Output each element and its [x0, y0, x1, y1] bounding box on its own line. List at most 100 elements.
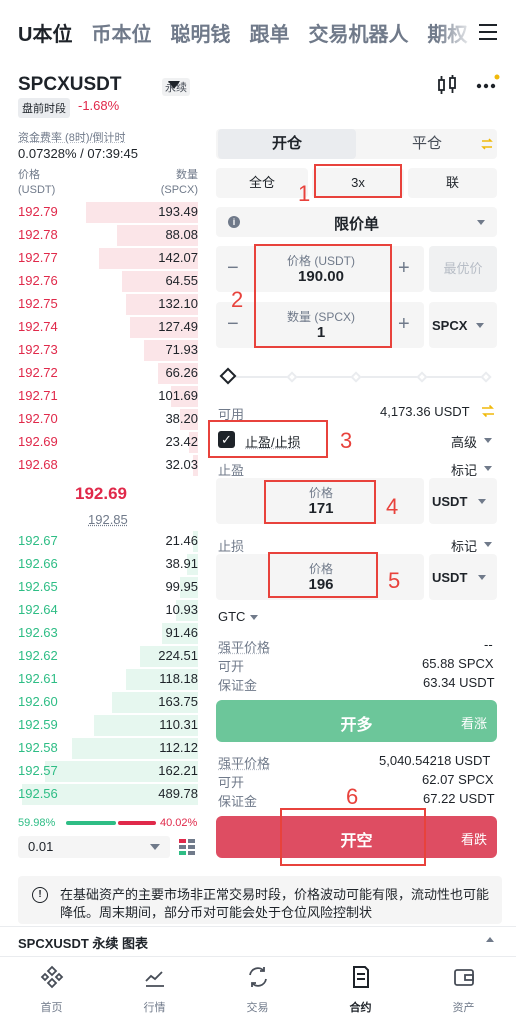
ask-price: 192.71 [18, 388, 58, 403]
time-in-force-select[interactable]: GTC [218, 609, 245, 624]
bid-row[interactable]: 192.65 99.95 [0, 576, 210, 599]
orderbook-layout-icon[interactable] [178, 838, 196, 856]
markets-icon [144, 971, 164, 987]
transfer-icon[interactable] [480, 403, 496, 419]
bid-qty: 110.31 [159, 717, 198, 732]
ask-row[interactable]: 192.74 127.49 [0, 316, 210, 339]
annotation-number-4: 4 [386, 494, 399, 519]
ask-row[interactable]: 192.68 32.03 [0, 454, 210, 477]
bid-row[interactable]: 192.57 162.21 [0, 760, 210, 783]
margin-mode-button[interactable]: 全仓 [216, 168, 308, 198]
symbol-name[interactable]: SPCXUSDT [18, 74, 121, 96]
tab-copy-trading[interactable]: 跟单 [249, 18, 289, 47]
buy-ratio: 59.98% [18, 817, 56, 829]
price-decrement-button[interactable]: − [227, 257, 239, 280]
annotation-number-3: 3 [340, 428, 353, 453]
long-liq-value: -- [484, 637, 493, 652]
bid-row[interactable]: 192.67 21.46 [0, 530, 210, 553]
long-liq-label[interactable]: 强平价格 [218, 637, 270, 656]
advanced-button[interactable]: 高级 [451, 432, 477, 451]
nav-trade[interactable]: 交易 [206, 965, 309, 1015]
ask-price: 192.76 [18, 273, 58, 288]
short-liq-label[interactable]: 强平价格 [218, 753, 270, 772]
last-price[interactable]: 192.69 [75, 484, 127, 504]
depth-step-select[interactable]: 0.01 [18, 836, 170, 858]
menu-icon[interactable] [476, 18, 502, 46]
tab-coinm[interactable]: 币本位 [91, 18, 151, 47]
bid-row[interactable]: 192.58 112.12 [0, 737, 210, 760]
qty-decrement-button[interactable]: − [227, 313, 239, 336]
chart-toggle-bar[interactable]: SPCXUSDT 永续 图表 [0, 926, 516, 954]
chevron-down-icon [484, 542, 492, 547]
bid-qty: 118.18 [159, 671, 198, 686]
slider-step[interactable] [350, 371, 362, 383]
bid-row[interactable]: 192.66 38.91 [0, 553, 210, 576]
annotation-box-3 [208, 420, 328, 458]
candlestick-icon[interactable] [436, 74, 458, 96]
position-mode-button[interactable]: 联 [408, 168, 497, 198]
bid-price: 192.60 [18, 694, 58, 709]
bid-row[interactable]: 192.61 118.18 [0, 668, 210, 691]
qty-increment-button[interactable]: + [398, 313, 410, 336]
ask-qty: 32.03 [165, 457, 198, 472]
bbo-button[interactable]: 最优价 [429, 246, 497, 292]
bid-row[interactable]: 192.56 489.78 [0, 783, 210, 806]
ask-row[interactable]: 192.72 66.26 [0, 362, 210, 385]
annotation-number-2: 2 [231, 287, 244, 312]
ask-price: 192.70 [18, 411, 58, 426]
slider-step[interactable] [286, 371, 298, 383]
nav-markets[interactable]: 行情 [103, 965, 206, 1015]
trade-icon [248, 967, 267, 987]
slider-step[interactable] [480, 371, 492, 383]
long-margin-value: 63.34 USDT [423, 675, 495, 690]
bid-price: 192.61 [18, 671, 58, 686]
ask-row[interactable]: 192.70 38.20 [0, 408, 210, 431]
tab-smart-money[interactable]: 聪明钱 [170, 18, 230, 47]
tab-trading-bots[interactable]: 交易机器人 [308, 18, 408, 47]
qty-slider-handle[interactable] [219, 367, 237, 385]
bid-row[interactable]: 192.64 10.93 [0, 599, 210, 622]
sl-trigger-select[interactable]: 标记 [451, 536, 477, 555]
funding-rate-label[interactable]: 资金费率 (8时)/倒计时 [18, 129, 126, 145]
bid-row[interactable]: 192.63 91.46 [0, 622, 210, 645]
ask-row[interactable]: 192.71 101.69 [0, 385, 210, 408]
ask-row[interactable]: 192.78 88.08 [0, 224, 210, 247]
tab-usdm[interactable]: U本位 [18, 18, 72, 47]
sl-label: 止损 [218, 539, 245, 554]
sell-ratio: 40.02% [160, 817, 198, 829]
ask-row[interactable]: 192.69 23.42 [0, 431, 210, 454]
home-icon [40, 965, 63, 989]
nav-futures[interactable]: 合约 [309, 965, 412, 1015]
bid-price: 192.66 [18, 556, 58, 571]
order-type-select[interactable]: i 限价单 [216, 207, 497, 237]
ask-qty: 38.20 [165, 411, 198, 426]
slider-step[interactable] [416, 371, 428, 383]
ask-row[interactable]: 192.75 132.10 [0, 293, 210, 316]
bid-qty: 91.46 [165, 625, 198, 640]
mark-price[interactable]: 192.85 [88, 512, 128, 527]
bid-row[interactable]: 192.62 224.51 [0, 645, 210, 668]
chevron-down-icon [476, 323, 484, 328]
tab-open[interactable]: 开仓 [218, 129, 356, 159]
bid-row[interactable]: 192.59 110.31 [0, 714, 210, 737]
ask-row[interactable]: 192.79 193.49 [0, 201, 210, 224]
ask-qty: 101.69 [158, 388, 198, 403]
ask-row[interactable]: 192.76 64.55 [0, 270, 210, 293]
tp-trigger-select[interactable]: 标记 [451, 460, 477, 479]
ask-row[interactable]: 192.77 142.07 [0, 247, 210, 270]
nav-home[interactable]: 首页 [0, 965, 103, 1015]
more-icon[interactable] [474, 74, 500, 96]
chevron-down-icon [250, 615, 258, 620]
open-long-button[interactable]: 开多 看涨 [216, 700, 497, 742]
ask-qty: 23.42 [165, 434, 198, 449]
long-open-label: 可开 [218, 659, 245, 674]
tab-close[interactable]: 平仓 [358, 129, 496, 159]
ask-row[interactable]: 192.73 71.93 [0, 339, 210, 362]
chevron-down-icon [484, 466, 492, 471]
long-margin-label: 保证金 [218, 678, 258, 693]
symbol-dropdown-icon[interactable] [168, 81, 180, 89]
swap-icon[interactable] [480, 137, 494, 151]
nav-wallet[interactable]: 资产 [412, 965, 515, 1015]
bid-row[interactable]: 192.60 163.75 [0, 691, 210, 714]
price-increment-button[interactable]: + [398, 257, 410, 280]
